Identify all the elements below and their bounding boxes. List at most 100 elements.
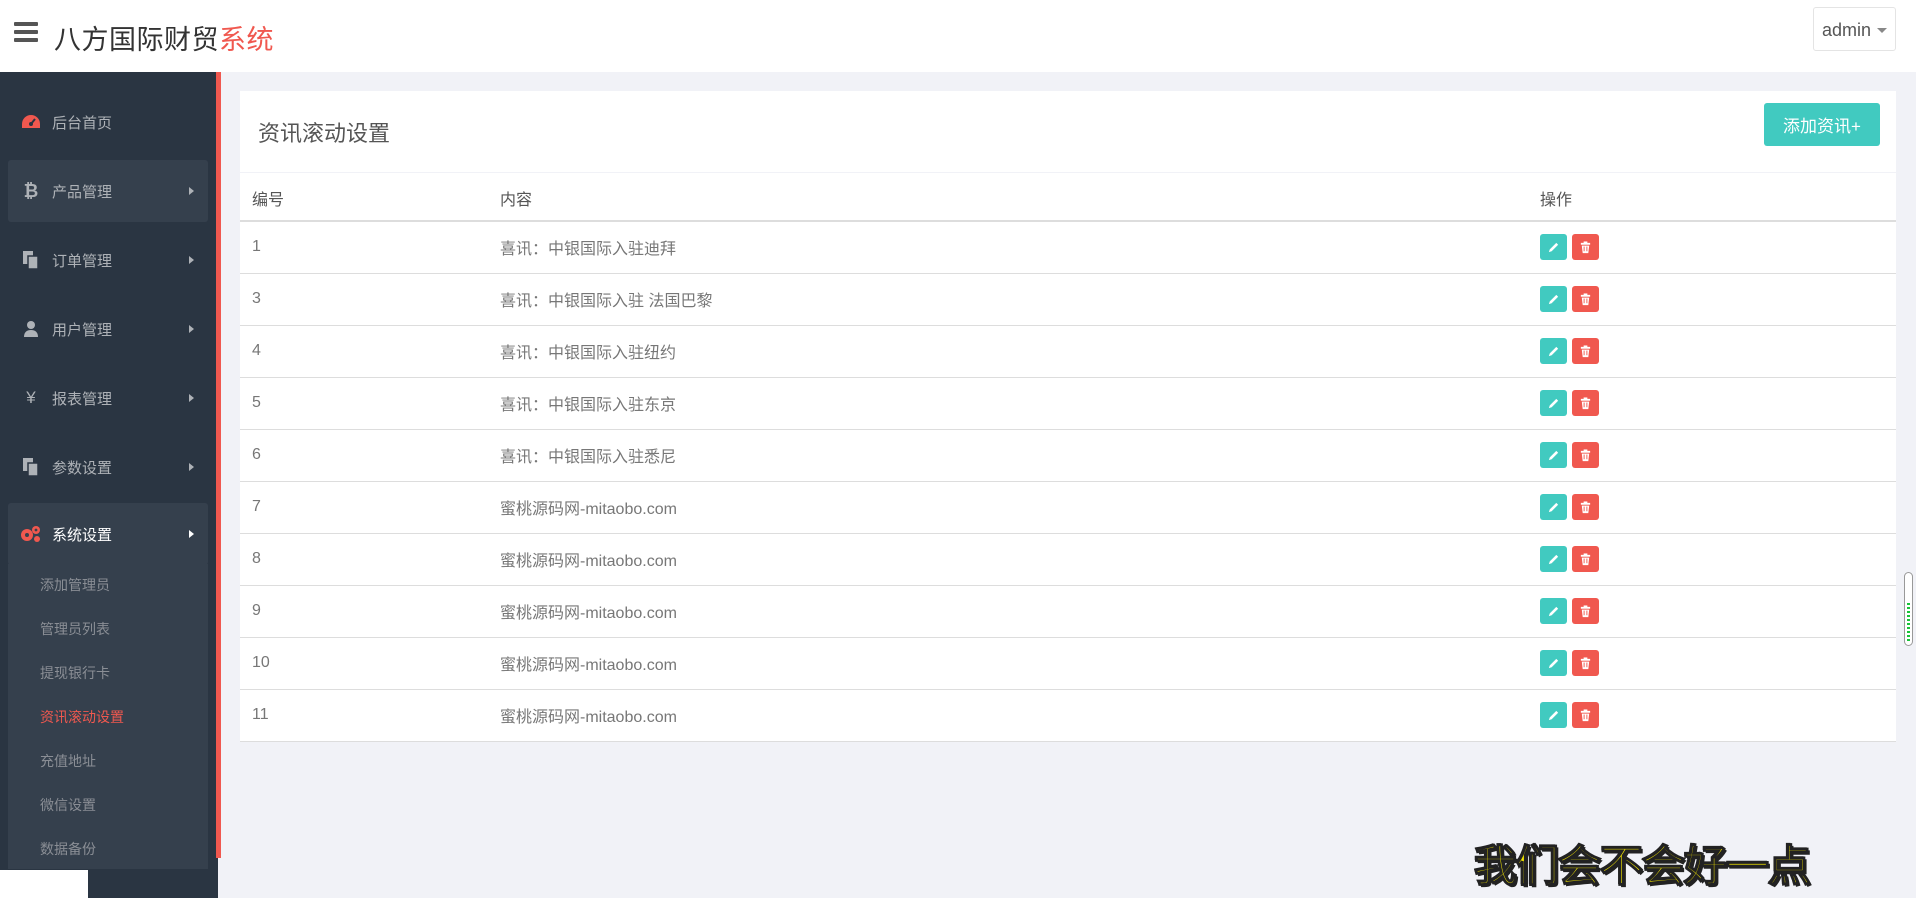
delete-button[interactable]: [1572, 598, 1599, 624]
row-id: 7: [240, 481, 488, 534]
edit-button[interactable]: [1540, 338, 1567, 364]
sidebar-item-label: 后台首页: [52, 114, 113, 132]
sidebar-item-label: 系统设置: [52, 526, 113, 544]
pencil-icon: [1548, 710, 1559, 720]
pencil-icon: [1548, 606, 1559, 616]
submenu-item-wechat[interactable]: 微信设置: [40, 795, 96, 815]
delete-button[interactable]: [1572, 286, 1599, 312]
pencil-icon: [1548, 242, 1559, 252]
sidebar-item-label: 参数设置: [52, 459, 113, 477]
row-actions: [1528, 481, 1896, 534]
table-row: 7 蜜桃源码网-mitaobo.com: [240, 481, 1896, 534]
delete-button[interactable]: [1572, 234, 1599, 261]
table-row: 6 喜讯：中银国际入驻悉尼: [240, 429, 1896, 482]
pencil-icon: [1548, 658, 1559, 668]
page-title: 资讯滚动设置: [258, 121, 391, 146]
edit-button[interactable]: [1540, 442, 1567, 468]
brand-title: 八方国际财贸系统: [54, 18, 274, 57]
chevron-right-icon: [189, 394, 194, 402]
pencil-icon: [1548, 554, 1559, 564]
table-row: 8 蜜桃源码网-mitaobo.com: [240, 533, 1896, 586]
submenu-item-add-admin[interactable]: 添加管理员: [40, 575, 110, 595]
table-row: 4 喜讯：中银国际入驻纽约: [240, 325, 1896, 378]
trash-icon: [1580, 604, 1591, 617]
row-id: 5: [240, 377, 488, 430]
row-id: 3: [240, 273, 488, 326]
row-id: 4: [240, 325, 488, 378]
user-dropdown[interactable]: admin: [1813, 7, 1896, 51]
trash-icon: [1580, 552, 1591, 565]
row-content: 蜜桃源码网-mitaobo.com: [488, 585, 1528, 638]
delete-button[interactable]: [1572, 338, 1599, 364]
pencil-icon: [1548, 450, 1559, 460]
dashboard-icon: [20, 112, 42, 132]
row-id: 8: [240, 533, 488, 586]
user-icon: [20, 319, 42, 339]
edit-button[interactable]: [1540, 598, 1567, 624]
sidebar-item-system[interactable]: 系统设置: [8, 503, 208, 565]
video-subtitle: 我们会不会好一点: [1473, 841, 1812, 893]
edit-button[interactable]: [1540, 286, 1567, 312]
submenu-item-recharge-address[interactable]: 充值地址: [40, 751, 96, 771]
delete-button[interactable]: [1572, 390, 1599, 416]
sidebar-item-products[interactable]: ₿ 产品管理: [8, 160, 208, 222]
blank-area: [0, 870, 88, 898]
row-id: 11: [240, 689, 488, 742]
edit-button[interactable]: [1540, 234, 1567, 261]
row-content: 喜讯：中银国际入驻 法国巴黎: [488, 273, 1528, 326]
sidebar-item-users[interactable]: 用户管理: [8, 298, 208, 360]
row-actions: [1528, 533, 1896, 586]
delete-button[interactable]: [1572, 650, 1599, 676]
delete-button[interactable]: [1572, 546, 1599, 572]
submenu-item-admin-list[interactable]: 管理员列表: [40, 619, 110, 639]
edit-button[interactable]: [1540, 702, 1567, 728]
chevron-right-icon: [189, 530, 194, 538]
sidebar-item-orders[interactable]: 订单管理: [8, 229, 208, 291]
pencil-icon: [1548, 398, 1559, 408]
sidebar-item-label: 报表管理: [52, 390, 113, 408]
top-header: 八方国际财贸系统 admin: [0, 0, 1916, 72]
scrollbar-thumb[interactable]: [1904, 572, 1913, 646]
row-actions: [1528, 689, 1896, 742]
submenu-item-news-scroll[interactable]: 资讯滚动设置: [40, 707, 124, 727]
row-content: 蜜桃源码网-mitaobo.com: [488, 481, 1528, 534]
row-content: 喜讯：中银国际入驻悉尼: [488, 429, 1528, 482]
row-content: 蜜桃源码网-mitaobo.com: [488, 637, 1528, 690]
delete-button[interactable]: [1572, 442, 1599, 468]
table-row: 10 蜜桃源码网-mitaobo.com: [240, 637, 1896, 690]
column-header-content: 内容: [488, 175, 1528, 222]
sidebar-item-home[interactable]: 后台首页: [8, 91, 208, 153]
delete-button[interactable]: [1572, 494, 1599, 520]
pencil-icon: [1548, 294, 1559, 304]
edit-button[interactable]: [1540, 494, 1567, 520]
delete-button[interactable]: [1572, 702, 1599, 728]
edit-button[interactable]: [1540, 650, 1567, 676]
news-table: 编号 内容 操作 1 喜讯：中银国际入驻迪拜 3 喜讯：中银国际入驻 法国巴黎 4 喜讯：…: [240, 175, 1896, 742]
row-actions: [1528, 325, 1896, 378]
trash-icon: [1580, 292, 1591, 305]
chevron-right-icon: [189, 463, 194, 471]
sidebar-item-reports[interactable]: ¥ 报表管理: [8, 367, 208, 429]
row-id: 9: [240, 585, 488, 638]
trash-icon: [1580, 396, 1591, 409]
menu-toggle-icon[interactable]: [14, 22, 38, 46]
brand-accent: 系统: [219, 25, 274, 56]
submenu-item-backup[interactable]: 数据备份: [40, 839, 96, 859]
sidebar-item-params[interactable]: 参数设置: [8, 436, 208, 498]
submenu-item-bank-card[interactable]: 提现银行卡: [40, 663, 110, 683]
column-header-actions: 操作: [1528, 175, 1896, 222]
news-panel: 资讯滚动设置 添加资讯+ 编号 内容 操作 1 喜讯：中银国际入驻迪拜 3 喜讯：中银…: [240, 91, 1896, 742]
column-header-id: 编号: [240, 175, 488, 222]
table-row: 1 喜讯：中银国际入驻迪拜: [240, 221, 1896, 274]
add-news-button[interactable]: 添加资讯+: [1764, 103, 1880, 146]
row-actions: [1528, 429, 1896, 482]
row-id: 6: [240, 429, 488, 482]
table-row: 5 喜讯：中银国际入驻东京: [240, 377, 1896, 430]
pencil-icon: [1548, 502, 1559, 512]
trash-icon: [1580, 344, 1591, 357]
brand-main: 八方国际财贸: [54, 25, 219, 56]
edit-button[interactable]: [1540, 546, 1567, 572]
user-name: admin: [1822, 20, 1872, 40]
edit-button[interactable]: [1540, 390, 1567, 416]
table-row: 9 蜜桃源码网-mitaobo.com: [240, 585, 1896, 638]
